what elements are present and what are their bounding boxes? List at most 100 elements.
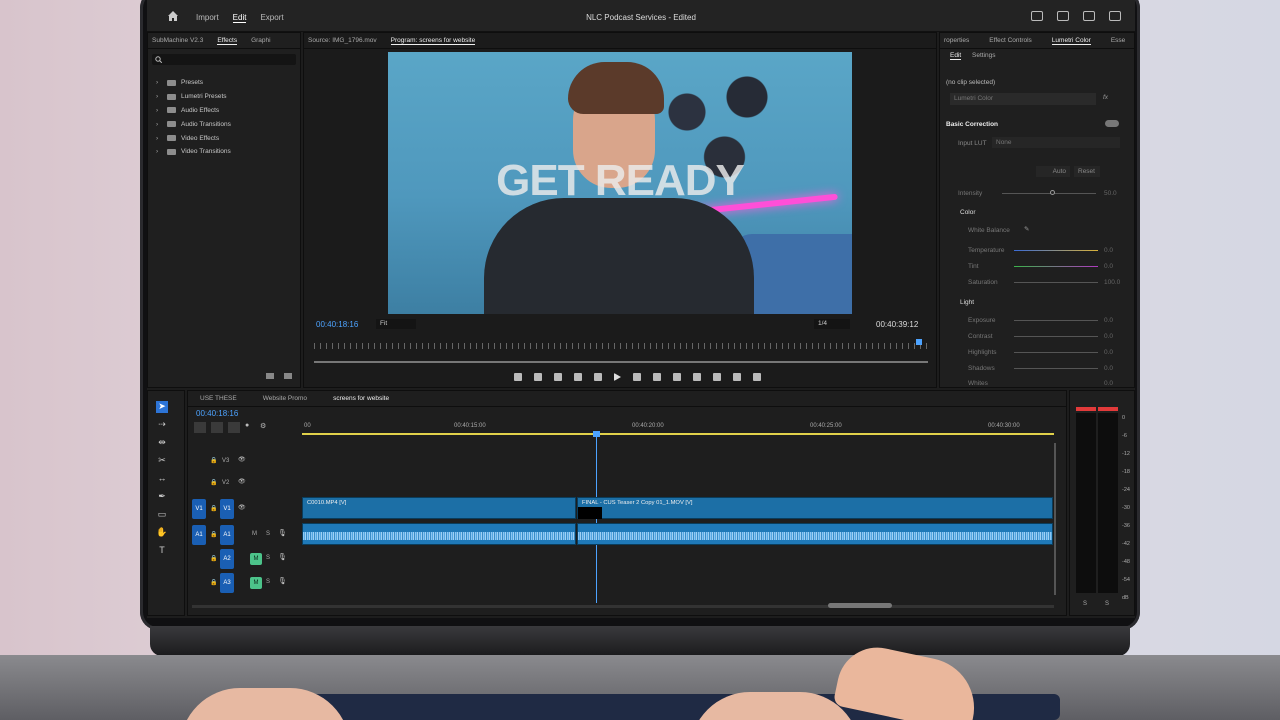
auto-button[interactable]: Auto bbox=[1036, 166, 1070, 177]
lift-icon[interactable] bbox=[673, 373, 681, 381]
clip-a1-final-teaser[interactable] bbox=[577, 523, 1053, 545]
nest-icon[interactable] bbox=[194, 422, 206, 433]
playhead-handle[interactable] bbox=[593, 431, 600, 437]
resolution-select[interactable]: 1/4 bbox=[814, 319, 850, 329]
exposure-slider[interactable] bbox=[1014, 320, 1098, 321]
tab-properties[interactable]: roperties bbox=[944, 37, 969, 44]
wrench-icon[interactable]: ⚙ bbox=[260, 422, 270, 433]
lock-icon[interactable]: 🔒 bbox=[210, 479, 217, 486]
track-select-tool-icon[interactable]: ⇢ bbox=[156, 419, 168, 431]
microphone-icon[interactable]: 🎙 bbox=[278, 529, 287, 537]
lock-icon[interactable]: 🔒 bbox=[210, 579, 217, 586]
whites-value[interactable]: 0.0 bbox=[1104, 380, 1113, 387]
clip-a1-c0010[interactable] bbox=[302, 523, 576, 545]
basic-correction-header[interactable]: Basic Correction bbox=[946, 121, 998, 128]
eye-icon[interactable]: 👁 bbox=[238, 478, 246, 485]
tab-use-these[interactable]: USE THESE bbox=[200, 395, 237, 402]
linked-select-icon[interactable] bbox=[228, 422, 240, 433]
zoom-select[interactable]: Fit bbox=[376, 319, 416, 329]
effects-search-input[interactable] bbox=[152, 54, 296, 65]
tint-value[interactable]: 0.0 bbox=[1104, 263, 1113, 270]
list-item[interactable]: › Audio Effects bbox=[156, 104, 292, 118]
contrast-slider[interactable] bbox=[1014, 336, 1098, 337]
solo-right-button[interactable]: S bbox=[1105, 601, 1109, 607]
fx-icon[interactable]: fx bbox=[1103, 94, 1108, 101]
tab-source[interactable]: Source: IMG_1796.mov bbox=[308, 37, 377, 44]
eyedropper-icon[interactable]: ✎ bbox=[1024, 225, 1029, 233]
clip-v1-final-teaser[interactable]: FINAL - CUS Teaser 2 Copy 01_1.MOV [V] bbox=[577, 497, 1053, 519]
subtab-settings[interactable]: Settings bbox=[972, 52, 996, 59]
monitor-ruler[interactable] bbox=[314, 343, 928, 349]
workspace-icon[interactable] bbox=[1031, 11, 1043, 21]
snap-icon[interactable] bbox=[211, 422, 223, 433]
timeline-horizontal-scrollbar[interactable] bbox=[192, 603, 1054, 608]
new-bin-icon[interactable] bbox=[266, 373, 274, 379]
step-back-icon[interactable] bbox=[594, 373, 602, 381]
tab-website-promo[interactable]: Website Promo bbox=[263, 395, 307, 402]
highlights-slider[interactable] bbox=[1014, 352, 1098, 353]
mute-icon[interactable]: M bbox=[252, 531, 257, 537]
trash-icon[interactable] bbox=[284, 373, 292, 379]
ripple-edit-tool-icon[interactable]: ⇹ bbox=[156, 437, 168, 449]
color-section-header[interactable]: Color bbox=[960, 209, 976, 216]
intensity-slider[interactable] bbox=[1002, 193, 1096, 194]
light-section-header[interactable]: Light bbox=[960, 299, 974, 306]
solo-icon[interactable]: S bbox=[266, 531, 270, 537]
mute-active-icon[interactable]: M bbox=[250, 553, 262, 565]
selection-tool-icon[interactable]: ➤ bbox=[156, 401, 168, 413]
reset-button[interactable]: Reset bbox=[1074, 166, 1100, 177]
lumetri-select[interactable]: Lumetri Color bbox=[950, 93, 1096, 105]
tab-screens-for-website[interactable]: screens for website bbox=[333, 395, 389, 402]
list-item[interactable]: › Video Transitions bbox=[156, 145, 292, 159]
rectangle-tool-icon[interactable]: ▭ bbox=[156, 509, 168, 521]
list-item[interactable]: › Video Effects bbox=[156, 131, 292, 145]
track-target-a2[interactable]: A2 bbox=[220, 549, 234, 569]
highlights-value[interactable]: 0.0 bbox=[1104, 349, 1113, 356]
saturation-slider[interactable] bbox=[1014, 282, 1098, 283]
timeline-vertical-scrollbar[interactable] bbox=[1054, 443, 1056, 595]
share-icon[interactable] bbox=[1057, 11, 1069, 21]
saturation-value[interactable]: 100.0 bbox=[1104, 279, 1120, 286]
extract-icon[interactable] bbox=[693, 373, 701, 381]
intensity-value[interactable]: 50.0 bbox=[1104, 190, 1117, 197]
track-target-v1[interactable]: V1 bbox=[220, 499, 234, 519]
lock-icon[interactable]: 🔒 bbox=[210, 555, 217, 562]
play-icon[interactable] bbox=[614, 373, 621, 381]
mark-in-icon[interactable] bbox=[534, 373, 542, 381]
mark-out-icon[interactable] bbox=[554, 373, 562, 381]
track-target-a1[interactable]: A1 bbox=[220, 525, 234, 545]
mute-active-icon[interactable]: M bbox=[250, 577, 262, 589]
list-item[interactable]: › Presets bbox=[156, 76, 292, 90]
timeline-timecode[interactable]: 00:40:18:16 bbox=[196, 409, 238, 418]
eye-icon[interactable]: 👁 bbox=[238, 504, 246, 511]
go-to-in-icon[interactable] bbox=[574, 373, 582, 381]
clip-v1-c0010[interactable]: C0010.MP4 [V] bbox=[302, 497, 576, 519]
proxy-icon[interactable] bbox=[753, 373, 761, 381]
go-to-out-icon[interactable] bbox=[653, 373, 661, 381]
timeline-ruler[interactable]: 00 00:40:15:00 00:40:20:00 00:40:25:00 0… bbox=[302, 421, 1054, 435]
source-patch-a1[interactable]: A1 bbox=[192, 525, 206, 545]
lock-icon[interactable]: 🔒 bbox=[210, 505, 217, 512]
playhead-timecode[interactable]: 00:40:18:16 bbox=[316, 320, 358, 329]
monitor-scrollbar[interactable] bbox=[314, 361, 928, 363]
contrast-value[interactable]: 0.0 bbox=[1104, 333, 1113, 340]
camera-icon[interactable] bbox=[713, 373, 721, 381]
tab-effects[interactable]: Effects bbox=[217, 37, 238, 45]
shadows-slider[interactable] bbox=[1014, 368, 1098, 369]
step-forward-icon[interactable] bbox=[633, 373, 641, 381]
tab-lumetri-color[interactable]: Lumetri Color bbox=[1051, 37, 1091, 45]
input-lut-select[interactable]: None bbox=[992, 137, 1120, 148]
lock-icon[interactable]: 🔒 bbox=[210, 457, 217, 464]
tint-slider[interactable] bbox=[1014, 266, 1098, 267]
intensity-knob[interactable] bbox=[1050, 190, 1055, 195]
shadows-value[interactable]: 0.0 bbox=[1104, 365, 1113, 372]
menu-icon[interactable] bbox=[1083, 11, 1095, 21]
exposure-value[interactable]: 0.0 bbox=[1104, 317, 1113, 324]
fullscreen-icon[interactable] bbox=[1109, 11, 1121, 21]
tab-essential[interactable]: Esse bbox=[1111, 37, 1125, 44]
tab-submachine[interactable]: SubMachine V2.3 bbox=[152, 37, 203, 44]
marker-icon[interactable] bbox=[514, 373, 522, 381]
tab-effect-controls[interactable]: Effect Controls bbox=[989, 37, 1032, 44]
solo-icon[interactable]: S bbox=[266, 579, 270, 585]
microphone-icon[interactable]: 🎙 bbox=[278, 553, 287, 561]
